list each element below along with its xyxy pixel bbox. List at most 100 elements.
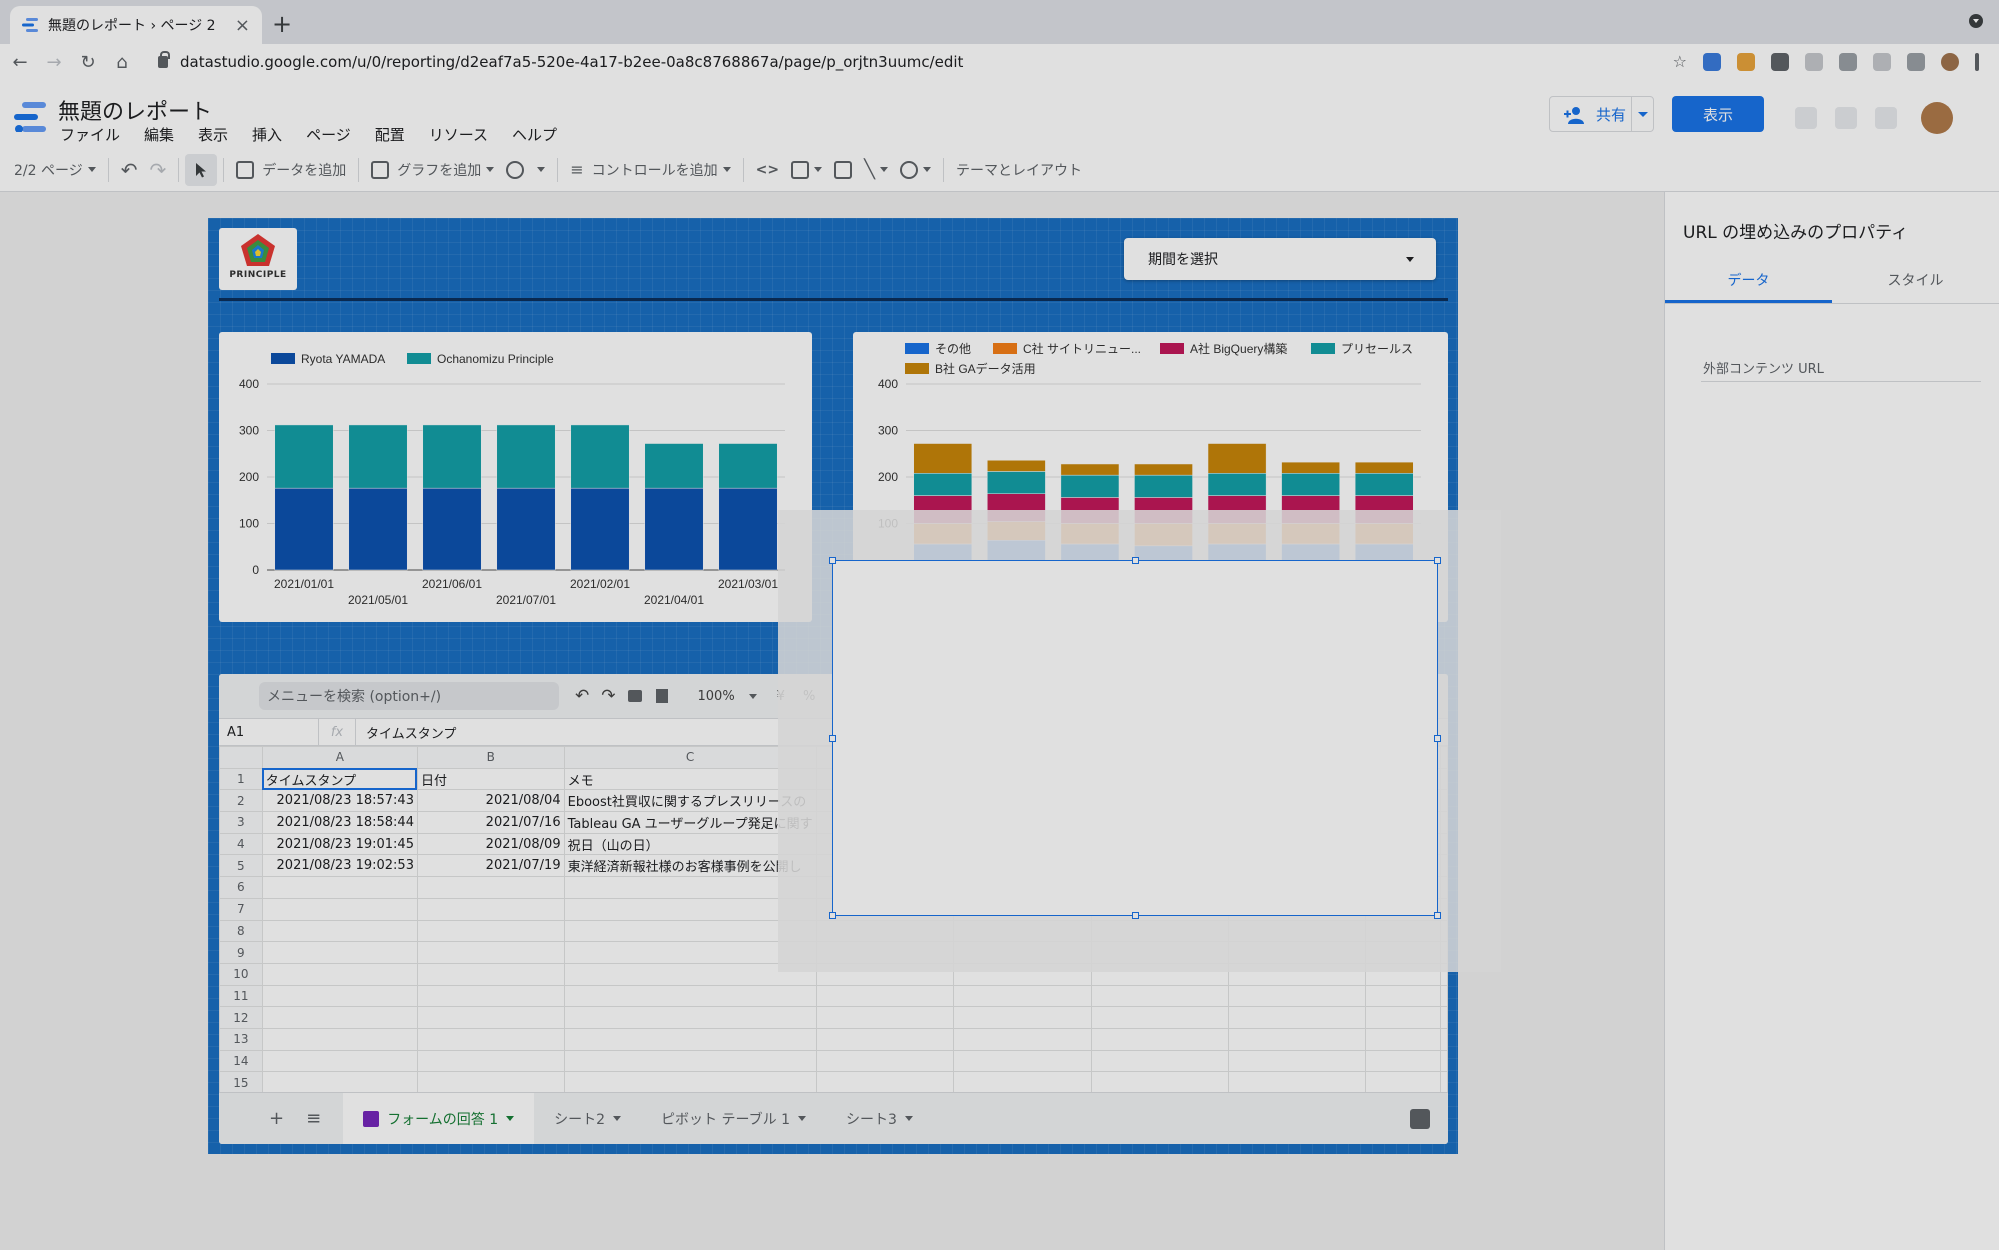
cell[interactable]	[1090, 1027, 1229, 1051]
resize-handle[interactable]	[829, 557, 836, 564]
cell[interactable]	[261, 984, 418, 1008]
tab-close-icon[interactable]: ×	[235, 15, 250, 36]
undo-button[interactable]: ↶	[115, 154, 144, 186]
url-embed-component[interactable]	[829, 557, 1441, 919]
add-control-button[interactable]: ≡ コントロールを追加	[564, 154, 736, 186]
cell[interactable]	[261, 962, 418, 986]
cell[interactable]	[563, 1049, 817, 1073]
paint-format-icon[interactable]	[655, 689, 668, 703]
row-header[interactable]: 15	[219, 1071, 263, 1094]
shape-button[interactable]	[894, 154, 937, 186]
cell[interactable]	[815, 1071, 955, 1094]
share-button[interactable]: 共有	[1549, 96, 1654, 132]
resize-handle[interactable]	[1434, 557, 1441, 564]
cell[interactable]	[1090, 1049, 1229, 1073]
menu-arrange[interactable]: 配置	[375, 124, 405, 145]
row-header[interactable]: 4	[219, 832, 263, 856]
cell[interactable]	[953, 1049, 1092, 1073]
cell[interactable]	[1365, 1071, 1441, 1094]
redo-button[interactable]: ↷	[143, 154, 172, 186]
cell[interactable]: 2021/08/23 19:01:45	[261, 832, 418, 856]
cell[interactable]	[815, 1027, 955, 1051]
cell[interactable]	[1227, 984, 1367, 1008]
cell[interactable]	[261, 1027, 418, 1051]
extension-icon[interactable]	[1839, 52, 1857, 71]
cell[interactable]	[953, 984, 1092, 1008]
cell[interactable]	[563, 1071, 817, 1094]
cell[interactable]	[261, 1071, 418, 1094]
cell[interactable]	[1440, 984, 1448, 1008]
row-header[interactable]: 9	[219, 941, 263, 964]
reload-icon[interactable]: ↻	[74, 52, 102, 73]
cell[interactable]	[815, 1049, 955, 1073]
cell[interactable]: 2021/08/23 19:02:53	[261, 854, 418, 878]
cell[interactable]	[563, 984, 817, 1008]
cell[interactable]	[416, 962, 565, 986]
back-icon[interactable]: ←	[6, 52, 34, 73]
cell[interactable]: 2021/07/19	[416, 854, 565, 878]
cell[interactable]	[1227, 1006, 1367, 1029]
resize-handle[interactable]	[1132, 557, 1139, 564]
row-header[interactable]: 7	[219, 897, 263, 921]
cell[interactable]	[563, 1006, 817, 1029]
menu-search-input[interactable]: メニューを検索 (option+/)	[259, 682, 559, 710]
cell[interactable]	[1365, 984, 1441, 1008]
extension-icon[interactable]	[1907, 52, 1925, 71]
new-tab-button[interactable]: +	[272, 10, 292, 38]
sheet-tab-form-responses[interactable]: フォームの回答 1	[343, 1093, 535, 1144]
theme-layout-button[interactable]: テーマとレイアウト	[950, 154, 1088, 186]
url-field[interactable]: datastudio.google.com/u/0/reporting/d2ea…	[158, 51, 963, 71]
report-title[interactable]: 無題のレポート	[58, 94, 212, 126]
cell[interactable]	[1365, 1049, 1441, 1073]
cell[interactable]	[1440, 1006, 1448, 1029]
page-navigator[interactable]: 2/2 ページ	[8, 154, 102, 186]
cell[interactable]	[1227, 1049, 1367, 1073]
extension-icon[interactable]	[1703, 52, 1721, 71]
all-sheets-button[interactable]: ≡	[306, 1108, 321, 1129]
line-button[interactable]: ╲	[858, 154, 894, 186]
select-tool-button[interactable]	[185, 153, 218, 186]
cell[interactable]	[1090, 1071, 1229, 1094]
add-data-button[interactable]: データを追加	[230, 154, 352, 186]
more-options-icon[interactable]	[1835, 107, 1857, 129]
cell[interactable]	[1365, 1006, 1441, 1029]
name-box[interactable]: A1	[219, 719, 319, 745]
cell[interactable]	[815, 1006, 955, 1029]
menu-help[interactable]: ヘルプ	[512, 124, 557, 145]
cell[interactable]	[261, 1049, 418, 1073]
cell[interactable]	[1440, 1049, 1448, 1073]
redo-icon[interactable]: ↷	[601, 686, 615, 706]
print-icon[interactable]	[627, 690, 642, 702]
cell[interactable]: 2021/08/04	[416, 789, 565, 813]
share-dropdown-icon[interactable]	[1631, 97, 1653, 131]
cell[interactable]: 日付	[416, 767, 565, 791]
row-header[interactable]: 11	[219, 984, 263, 1008]
menu-file[interactable]: ファイル	[60, 124, 120, 145]
stacked-bar-chart-members[interactable]: 0 100 200 300 400 Ryota YAMADA Ochanomizu Prin…	[219, 332, 812, 622]
cell[interactable]	[416, 941, 565, 964]
cell[interactable]	[416, 897, 565, 921]
community-visualizations-button[interactable]	[500, 154, 551, 186]
profile-avatar[interactable]	[1941, 52, 1959, 71]
bookmark-star-icon[interactable]: ☆	[1673, 52, 1687, 71]
cell[interactable]	[1227, 1027, 1367, 1051]
info-icon[interactable]	[1795, 107, 1817, 129]
cell[interactable]	[1440, 1071, 1448, 1094]
cell[interactable]	[416, 1027, 565, 1051]
browser-tab[interactable]: 無題のレポート › ページ 2 ×	[10, 6, 262, 44]
tab-data[interactable]: データ	[1665, 258, 1832, 303]
resize-handle[interactable]	[829, 912, 836, 919]
cell[interactable]: 2021/08/09	[416, 832, 565, 856]
cell[interactable]	[416, 1071, 565, 1094]
menu-page[interactable]: ページ	[306, 124, 351, 145]
cell[interactable]	[1090, 984, 1229, 1008]
cell[interactable]	[1365, 1027, 1441, 1051]
row-header[interactable]: 3	[219, 811, 263, 834]
cell[interactable]: 2021/08/23 18:57:43	[261, 789, 418, 813]
home-icon[interactable]: ⌂	[108, 52, 136, 73]
undo-icon[interactable]: ↶	[575, 686, 589, 706]
cell[interactable]	[1090, 1006, 1229, 1029]
extension-icon[interactable]	[1771, 52, 1789, 71]
cell[interactable]	[416, 1006, 565, 1029]
menu-resource[interactable]: リソース	[429, 124, 488, 145]
